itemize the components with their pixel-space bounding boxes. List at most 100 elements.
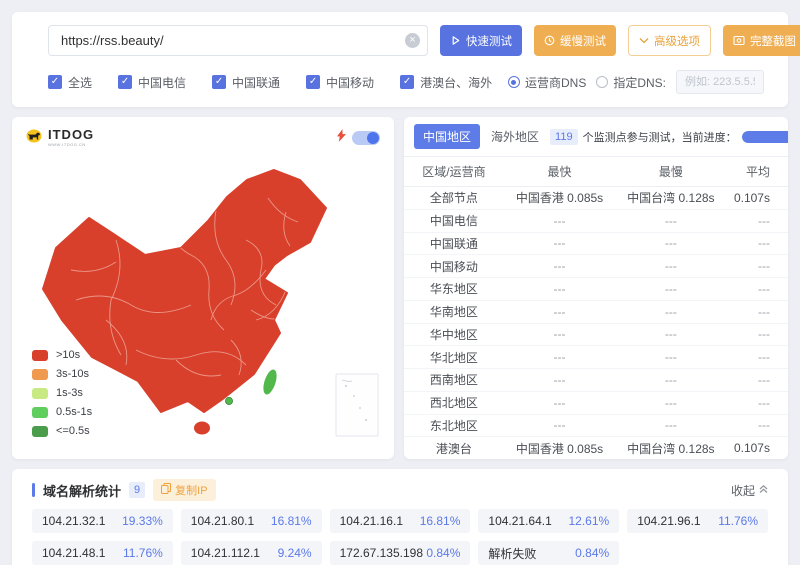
table-row: 港澳台中国香港 0.085s中国台湾 0.128s0.107s bbox=[404, 436, 788, 459]
page: × 快速测试缓慢测试高级选项完整截图 ✓全选✓中国电信✓中国联通✓中国移动✓港澳… bbox=[0, 0, 800, 565]
table-row: 华中地区--------- bbox=[404, 323, 788, 346]
column-header: 最快 bbox=[504, 163, 615, 180]
ip-percent: 12.61% bbox=[568, 514, 609, 528]
map-controls bbox=[337, 129, 380, 147]
fastest-value: --- bbox=[504, 350, 615, 364]
legend-swatch bbox=[32, 426, 48, 437]
ip-entry: 172.67.135.1980.84% bbox=[330, 541, 471, 565]
slow-test-button[interactable]: 缓慢测试 bbox=[534, 25, 616, 56]
slow-test-button-label: 缓慢测试 bbox=[560, 33, 606, 49]
slowest-value: 中国台湾 0.128s bbox=[615, 440, 726, 457]
average-value: --- bbox=[727, 259, 788, 273]
hongkong-marker[interactable] bbox=[225, 397, 232, 404]
region-name: 中国移动 bbox=[404, 258, 504, 275]
column-header: 平均 bbox=[727, 163, 788, 180]
checkbox-checked-icon: ✓ bbox=[400, 75, 414, 89]
lightning-icon bbox=[337, 129, 346, 147]
table-row: 全部节点中国香港 0.085s中国台湾 0.128s0.107s bbox=[404, 187, 788, 209]
toggle-knob bbox=[367, 132, 379, 144]
ip-percent: 16.81% bbox=[271, 514, 312, 528]
map-legend: >10s3s-10s1s-3s0.5s-1s<=0.5s bbox=[32, 349, 92, 437]
itdog-logo[interactable]: ITDOG WWW.ITDOG.CN bbox=[26, 127, 94, 148]
ip-percent: 11.76% bbox=[123, 546, 163, 560]
advanced-options-button[interactable]: 高级选项 bbox=[628, 25, 711, 56]
legend-swatch bbox=[32, 407, 48, 418]
checkbox-checked-icon: ✓ bbox=[118, 75, 132, 89]
fastest-value: --- bbox=[504, 259, 615, 273]
fastest-value: 中国香港 0.085s bbox=[504, 189, 615, 206]
tab-china-region[interactable]: 中国地区 bbox=[414, 124, 480, 149]
radio-operator-dns[interactable]: 运营商DNS bbox=[508, 74, 586, 91]
hainan-island[interactable] bbox=[194, 422, 210, 435]
table-row: 华南地区--------- bbox=[404, 300, 788, 323]
test-buttons: 快速测试 缓慢测试 高级选项 完整截图 bbox=[440, 25, 800, 56]
advanced-options-button-label: 高级选项 bbox=[654, 33, 700, 49]
ip-entry: 104.21.80.1 16.81% bbox=[181, 509, 322, 533]
checkbox-china-unicom[interactable]: ✓中国联通 bbox=[212, 74, 280, 91]
table-row: 中国电信--------- bbox=[404, 209, 788, 232]
average-value: --- bbox=[727, 305, 788, 319]
ip-entry: 104.21.96.111.76% bbox=[627, 509, 768, 533]
legend-label: 3s-10s bbox=[56, 368, 89, 380]
clear-icon[interactable]: × bbox=[405, 33, 420, 48]
table-row: 华北地区--------- bbox=[404, 345, 788, 368]
slowest-value: --- bbox=[615, 373, 726, 387]
radio-unselected-icon bbox=[596, 76, 608, 88]
column-header: 区域/运营商 bbox=[404, 163, 504, 180]
dog-icon bbox=[26, 127, 44, 148]
tab-overseas-region[interactable]: 海外地区 bbox=[482, 124, 548, 149]
fastest-value: --- bbox=[504, 373, 615, 387]
taiwan-region[interactable] bbox=[261, 368, 279, 396]
ip-percent: 19.33% bbox=[122, 514, 163, 528]
map-header: ITDOG WWW.ITDOG.CN bbox=[12, 117, 394, 150]
slowest-value: 中国台湾 0.128s bbox=[615, 189, 726, 206]
ip-percent: 0.84% bbox=[426, 546, 460, 560]
checkbox-china-mobile[interactable]: ✓中国移动 bbox=[306, 74, 374, 91]
quick-test-button[interactable]: 快速测试 bbox=[440, 25, 522, 56]
average-value: --- bbox=[727, 236, 788, 250]
fastest-value: 中国香港 0.085s bbox=[504, 440, 615, 457]
map-toggle[interactable] bbox=[352, 131, 380, 145]
average-value: 0.107s bbox=[727, 441, 788, 455]
results-table: 区域/运营商最快最慢平均 全部节点中国香港 0.085s中国台湾 0.128s0… bbox=[404, 157, 788, 459]
chevron-double-up-icon bbox=[759, 483, 768, 497]
custom-dns-input[interactable] bbox=[676, 70, 764, 94]
ip-percent: 9.24% bbox=[278, 546, 312, 560]
legend-swatch bbox=[32, 369, 48, 380]
collapse-button[interactable]: 收起 bbox=[731, 482, 768, 499]
checkbox-checked-icon: ✓ bbox=[306, 75, 320, 89]
logo-title: ITDOG bbox=[48, 128, 94, 141]
screenshot-icon bbox=[733, 35, 745, 46]
radio-custom-dns[interactable]: 指定DNS: bbox=[596, 74, 666, 91]
copy-ip-button[interactable]: 复制IP bbox=[153, 479, 215, 501]
slowest-value: --- bbox=[615, 305, 726, 319]
ip-entry: 104.21.32.119.33% bbox=[32, 509, 173, 533]
options-row: ✓全选 ✓中国电信 ✓中国联通 ✓中国移动 ✓港澳台、海外 运营商DNS 指定DNS: bbox=[48, 70, 764, 94]
url-input[interactable] bbox=[48, 25, 428, 56]
region-name: 华北地区 bbox=[404, 349, 504, 366]
region-name: 东北地区 bbox=[404, 417, 504, 434]
fastest-value: --- bbox=[504, 418, 615, 432]
slowest-value: --- bbox=[615, 350, 726, 364]
legend-item: <=0.5s bbox=[32, 425, 92, 437]
table-row: 西南地区--------- bbox=[404, 368, 788, 391]
full-screenshot-button[interactable]: 完整截图 bbox=[723, 25, 800, 56]
region-name: 西南地区 bbox=[404, 371, 504, 388]
checkbox-hmt-overseas[interactable]: ✓港澳台、海外 bbox=[400, 74, 492, 91]
fastest-value: --- bbox=[504, 236, 615, 250]
slowest-value: --- bbox=[615, 259, 726, 273]
play-icon bbox=[450, 35, 461, 46]
legend-swatch bbox=[32, 388, 48, 399]
ip-address: 104.21.16.1 bbox=[340, 514, 403, 528]
checkbox-china-telecom[interactable]: ✓中国电信 bbox=[118, 74, 186, 91]
table-row: 中国移动--------- bbox=[404, 254, 788, 277]
south-china-sea-inset bbox=[336, 374, 378, 436]
checkbox-checked-icon: ✓ bbox=[48, 75, 62, 89]
ip-address: 104.21.80.1 bbox=[191, 514, 254, 528]
checkbox-select-all[interactable]: ✓全选 bbox=[48, 74, 92, 91]
dns-options: 运营商DNS 指定DNS: bbox=[508, 70, 764, 94]
map-card: ITDOG WWW.ITDOG.CN bbox=[12, 117, 394, 459]
fastest-value: --- bbox=[504, 327, 615, 341]
dns-count-badge: 9 bbox=[129, 482, 145, 498]
fastest-value: --- bbox=[504, 214, 615, 228]
